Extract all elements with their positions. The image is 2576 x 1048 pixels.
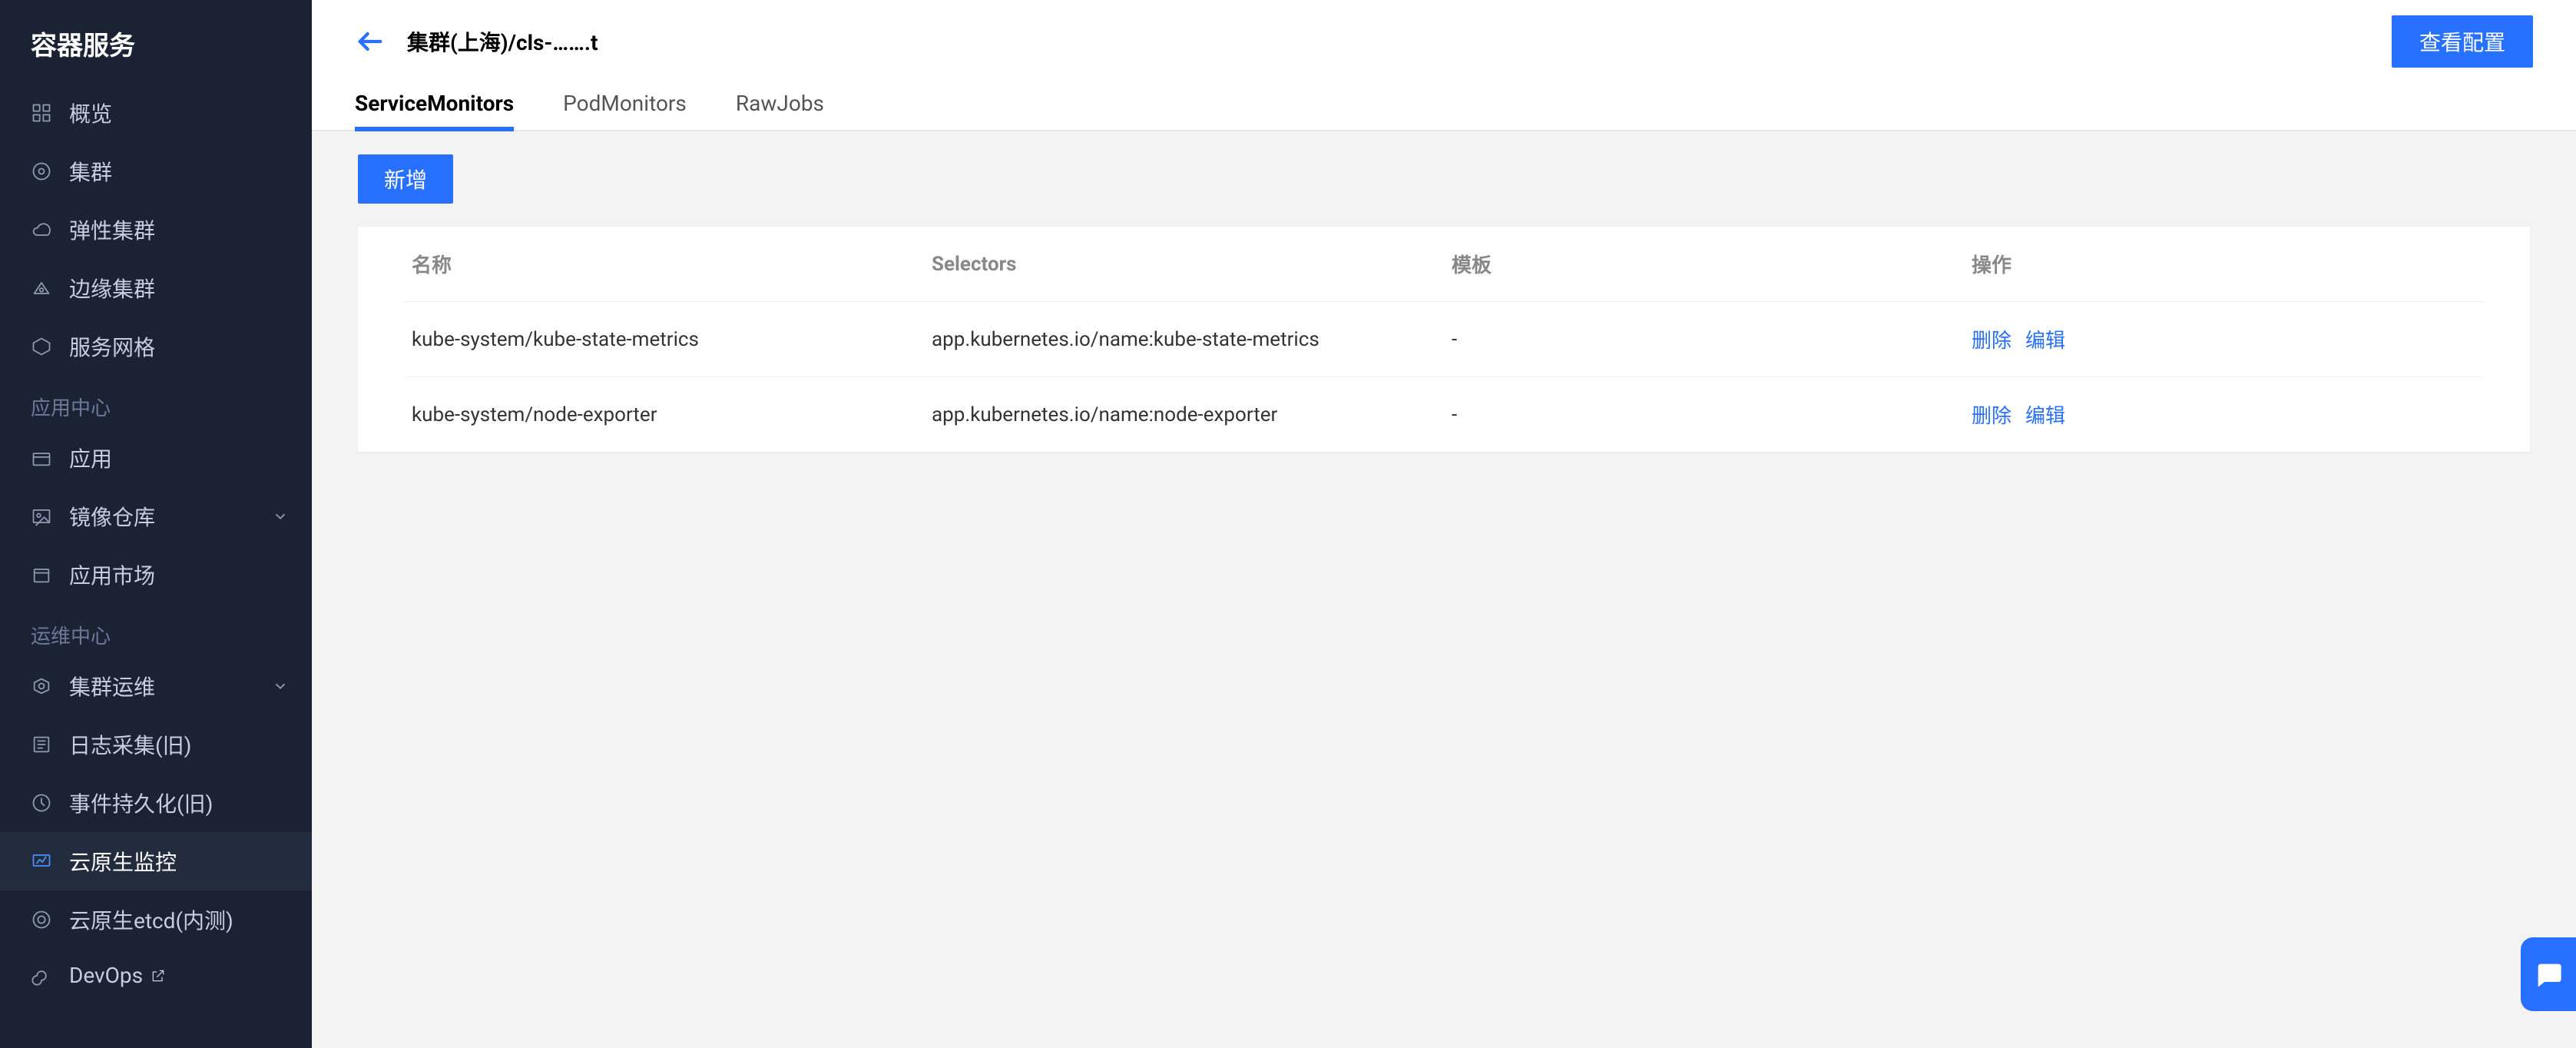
column-header: 模板	[1444, 227, 1964, 302]
sidebar-item-label: 概览	[69, 98, 112, 128]
sidebar-item-grid[interactable]: 概览	[0, 84, 312, 142]
sidebar-group-label: 应用中心	[0, 376, 312, 429]
etcd-icon	[31, 909, 52, 930]
sidebar-item-label: 云原生etcd(内测)	[69, 904, 233, 935]
sidebar-item-label: 应用市场	[69, 559, 155, 590]
sidebar-item-label: 边缘集群	[69, 273, 155, 303]
sidebar-item-devops[interactable]: DevOps	[0, 949, 312, 1002]
sidebar-item-mesh[interactable]: 服务网格	[0, 317, 312, 376]
sidebar-item-ops[interactable]: 集群运维	[0, 657, 312, 715]
grid-icon	[31, 102, 52, 124]
external-link-icon	[151, 968, 166, 983]
sidebar-item-label: 日志采集(旧)	[69, 729, 191, 760]
sidebar-item-label: 云原生监控	[69, 846, 177, 877]
column-header: 操作	[1964, 227, 2484, 302]
sidebar: 容器服务 概览集群弹性集群边缘集群服务网格应用中心应用镜像仓库应用市场运维中心集…	[0, 0, 312, 1048]
cell-actions: 删除编辑	[1964, 377, 2484, 453]
service-monitors-table: 名称Selectors模板操作 kube-system/kube-state-m…	[404, 227, 2484, 452]
app-icon	[31, 447, 52, 469]
sidebar-item-label: 集群	[69, 156, 112, 187]
sidebar-item-cloud[interactable]: 弹性集群	[0, 201, 312, 259]
cell-template: -	[1444, 377, 1964, 453]
cell-actions: 删除编辑	[1964, 302, 2484, 377]
sidebar-item-label: 应用	[69, 443, 112, 473]
sidebar-title: 容器服务	[0, 0, 312, 84]
sidebar-item-image[interactable]: 镜像仓库	[0, 487, 312, 546]
sidebar-item-label: 事件持久化(旧)	[69, 788, 213, 818]
cell-selectors: app.kubernetes.io/name:node-exporter	[924, 377, 1444, 453]
edge-icon	[31, 277, 52, 299]
cell-template: -	[1444, 302, 1964, 377]
sidebar-item-label: DevOps	[69, 963, 143, 988]
tabs-nav: ServiceMonitors PodMonitors RawJobs	[312, 68, 2576, 131]
chat-icon	[2533, 959, 2564, 990]
sidebar-item-label: 镜像仓库	[69, 501, 155, 532]
chevron-down-icon	[272, 508, 289, 525]
sidebar-item-label: 服务网格	[69, 331, 155, 362]
tab-servicemonitors[interactable]: ServiceMonitors	[355, 91, 514, 131]
target-icon	[31, 161, 52, 182]
table-card: 名称Selectors模板操作 kube-system/kube-state-m…	[358, 227, 2530, 452]
event-icon	[31, 792, 52, 814]
delete-link[interactable]: 删除	[1972, 405, 2011, 428]
sidebar-item-app[interactable]: 应用	[0, 429, 312, 487]
tab-rawjobs[interactable]: RawJobs	[736, 91, 824, 131]
monitor-icon	[31, 851, 52, 872]
cell-selectors: app.kubernetes.io/name:kube-state-metric…	[924, 302, 1444, 377]
column-header: Selectors	[924, 227, 1444, 302]
sidebar-item-label: 弹性集群	[69, 214, 155, 245]
mesh-icon	[31, 336, 52, 357]
table-row: kube-system/node-exporterapp.kubernetes.…	[404, 377, 2484, 453]
delete-link[interactable]: 删除	[1972, 330, 2011, 353]
back-button[interactable]	[355, 26, 386, 57]
table-row: kube-system/kube-state-metricsapp.kubern…	[404, 302, 2484, 377]
sidebar-item-etcd[interactable]: 云原生etcd(内测)	[0, 890, 312, 949]
breadcrumb: 集群(上海)/cls-…….t	[407, 26, 598, 57]
log-icon	[31, 734, 52, 755]
content-area: 新增 名称Selectors模板操作 kube-system/kube-stat…	[312, 131, 2576, 1048]
main-content: 集群(上海)/cls-…….t 查看配置 ServiceMonitors PodM…	[312, 0, 2576, 1048]
image-icon	[31, 506, 52, 527]
top-bar: 集群(上海)/cls-…….t 查看配置	[312, 0, 2576, 68]
sidebar-item-market[interactable]: 应用市场	[0, 546, 312, 604]
sidebar-item-edge[interactable]: 边缘集群	[0, 259, 312, 317]
market-icon	[31, 564, 52, 585]
ops-icon	[31, 675, 52, 697]
view-config-button[interactable]: 查看配置	[2392, 15, 2533, 68]
edit-link[interactable]: 编辑	[2025, 330, 2065, 353]
sidebar-item-target[interactable]: 集群	[0, 142, 312, 201]
sidebar-item-label: 集群运维	[69, 671, 155, 701]
cloud-icon	[31, 219, 52, 240]
cell-name: kube-system/node-exporter	[404, 377, 924, 453]
edit-link[interactable]: 编辑	[2025, 405, 2065, 428]
column-header: 名称	[404, 227, 924, 302]
sidebar-item-log[interactable]: 日志采集(旧)	[0, 715, 312, 774]
sidebar-item-monitor[interactable]: 云原生监控	[0, 832, 312, 890]
devops-icon	[31, 965, 52, 987]
tab-podmonitors[interactable]: PodMonitors	[563, 91, 687, 131]
add-button[interactable]: 新增	[358, 154, 453, 204]
cell-name: kube-system/kube-state-metrics	[404, 302, 924, 377]
sidebar-group-label: 运维中心	[0, 604, 312, 657]
sidebar-item-event[interactable]: 事件持久化(旧)	[0, 774, 312, 832]
feedback-fab[interactable]	[2521, 937, 2576, 1011]
chevron-down-icon	[272, 678, 289, 695]
